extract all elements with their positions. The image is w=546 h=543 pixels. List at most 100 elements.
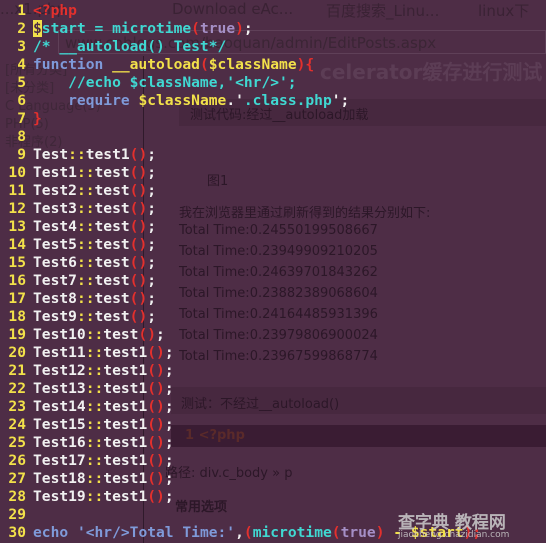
code-token: Test11 [33,344,86,361]
code-token: ; [164,434,174,451]
code-token: :: [85,434,104,451]
code-token: Test16 [33,434,86,451]
line-number: 2 [17,20,26,37]
code-token: Test19 [33,488,86,505]
code-line: 16 Test7::test(); [0,272,481,290]
code-line: 15 Test6::test(); [0,254,481,272]
code-line: 21 Test12::test1(); [0,362,481,380]
code-line: 11 Test2::test(); [0,182,481,200]
code-token: Test15 [33,416,86,433]
tab[interactable]: linux下 [478,0,529,21]
code-token: :: [68,146,86,163]
code-token: /* __autoload() Test*/ [33,38,227,55]
code-token: test1 [103,470,148,487]
code-token: .class.php [243,92,332,109]
line-number: 8 [17,128,26,145]
code-token: test1 [103,416,148,433]
code-token: ; [164,380,174,397]
code-token: () [147,416,165,433]
code-token: :: [76,164,95,181]
code-line: 13 Test4::test(); [0,218,481,236]
code-token: () [147,398,165,415]
code-token: ; [156,326,165,343]
code-token: microtime [252,524,332,541]
code-token: Test10 [33,326,86,343]
code-line: 12 Test3::test(); [0,200,481,218]
code-editor[interactable]: 1 <?php 2 $start = microtime(true); 3/* __au… [0,2,481,542]
code-token: ; [147,308,157,325]
code-token: Test4 [33,218,77,235]
code-token: ( [243,524,253,541]
line-number: 5 [17,74,26,91]
code-token: true [199,20,236,37]
code-token: :: [85,362,104,379]
code-token: () [129,182,148,199]
line-number: 30 [8,524,26,541]
line-number: 18 [8,308,26,325]
code-token: :: [85,344,104,361]
code-line: 26 Test17::test1(); [0,452,481,470]
code-line: 28 Test19::test1(); [0,488,481,506]
code-token: ) [235,20,244,37]
code-line: 2 $start = microtime(true); [0,20,481,38]
code-token: Test3 [33,200,77,217]
line-number: 7 [17,110,26,127]
code-token: test [103,326,139,343]
line-number: 21 [8,362,26,379]
code-token: function [33,56,113,73]
code-token: :: [85,398,104,415]
code-token: __autoload [112,56,200,73]
code-token: () [129,200,148,217]
code-token: Test14 [33,398,86,415]
code-token: :: [76,200,95,217]
code-token: echo [33,524,77,541]
code-token: <?php [33,2,77,19]
code-token: :: [85,470,104,487]
code-token: Test8 [33,290,77,307]
code-token: () [129,290,148,307]
code-token: () [138,326,157,343]
code-token: test [94,236,130,253]
line-number: 28 [8,488,26,505]
code-token: () [129,272,148,289]
code-line: 4 function __autoload($className){ [0,56,481,74]
code-token: test [94,182,130,199]
code-token: $className [138,92,227,109]
code-token: //echo $className,'<hr/>'; [33,74,297,91]
code-token: ( [331,524,341,541]
code-token: () [129,236,148,253]
line-number: 6 [17,92,26,109]
code-token: :: [85,452,104,469]
code-token: :: [76,290,95,307]
code-line: 23 Test14::test1(); [0,398,481,416]
code-token: $ [33,20,42,37]
line-number: 12 [8,200,26,217]
line-number: 26 [8,452,26,469]
code-line: 14 Test5::test(); [0,236,481,254]
code-token: ; [147,236,157,253]
code-token: ; [147,290,157,307]
code-token: ; [147,182,157,199]
code-token: test1 [103,488,148,505]
code-token: test [94,290,130,307]
code-token: ; [164,470,174,487]
code-line: 5 //echo $className,'<hr/>'; [0,74,481,92]
code-token: Test1 [33,164,77,181]
code-token: test [94,200,130,217]
code-token: test1 [103,434,148,451]
code-token: Test [33,146,69,163]
line-number: 25 [8,434,26,451]
code-token: ; [147,272,157,289]
code-line: 27 Test18::test1(); [0,470,481,488]
code-line: 6 require $className.'.class.php'; [0,92,481,110]
code-token: $className [208,56,297,73]
line-number: 22 [8,380,26,397]
code-token: ( [191,20,200,37]
code-token: ; [147,164,157,181]
code-token: ; [147,218,157,235]
code-token: test [94,164,130,181]
code-token: test1 [103,362,148,379]
code-token: Test7 [33,272,77,289]
code-token: :: [76,254,95,271]
code-line: 8 [0,128,481,146]
